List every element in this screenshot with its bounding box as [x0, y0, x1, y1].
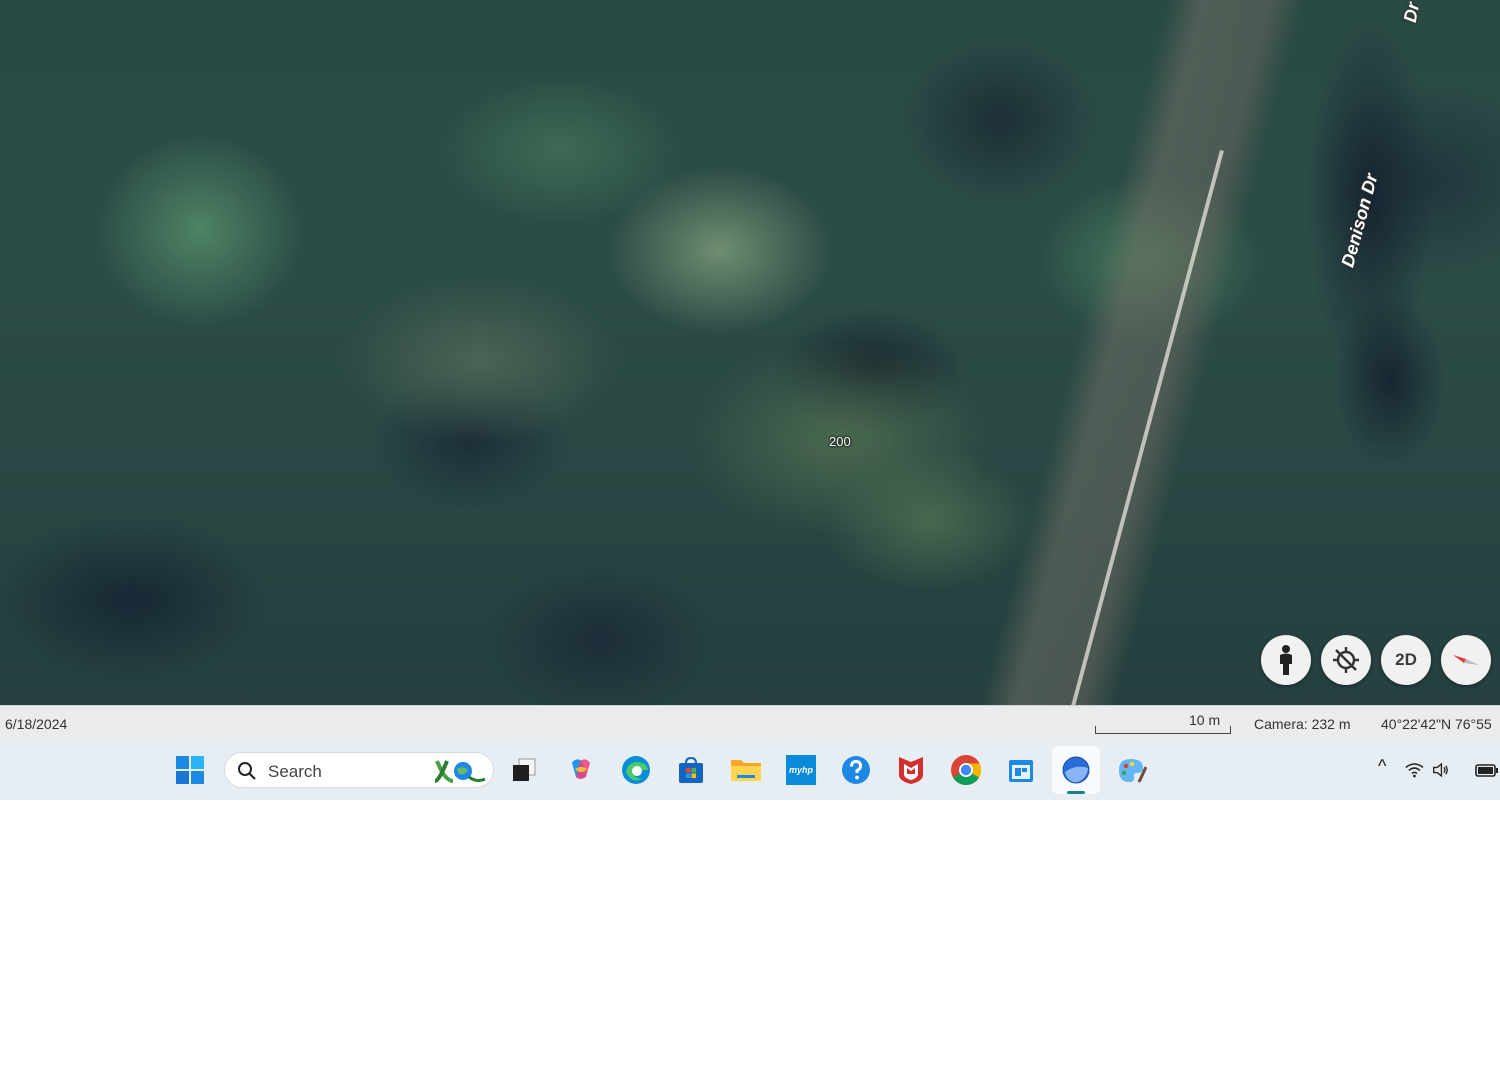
location-off-icon	[1333, 647, 1359, 673]
battery-button[interactable]	[1474, 746, 1500, 794]
start-icon	[176, 756, 204, 784]
show-hidden-icons-button[interactable]: ^	[1378, 756, 1386, 777]
scale-bar	[1095, 726, 1231, 734]
remote-app-icon	[1009, 760, 1033, 782]
compass-button[interactable]	[1441, 635, 1491, 685]
help-icon	[842, 756, 870, 784]
myhp-button[interactable]: myhp	[777, 746, 825, 794]
street-label-top: Dr	[1399, 0, 1424, 25]
paint-button[interactable]	[1107, 746, 1155, 794]
windows-taskbar: Search myhp ^	[0, 742, 1500, 800]
file-explorer-icon	[731, 760, 761, 781]
status-bar: 6/18/2024 10 m Camera: 232 m 40°22'42"N …	[0, 705, 1500, 743]
compass-icon	[1453, 655, 1479, 665]
person-icon	[1280, 645, 1292, 675]
mcafee-button[interactable]	[887, 746, 935, 794]
satellite-map[interactable]: Denison Dr Dr 200 2D	[0, 0, 1500, 705]
coordinates-readout: 40°22'42"N 76°55	[1381, 716, 1492, 732]
chrome-button[interactable]	[942, 746, 990, 794]
mcafee-icon	[899, 757, 923, 784]
help-button[interactable]	[832, 746, 880, 794]
volume-icon	[1432, 762, 1448, 778]
myhp-icon: myhp	[786, 755, 816, 785]
view-mode-2d-button[interactable]: 2D	[1381, 635, 1431, 685]
taskbar-search[interactable]: Search	[224, 752, 494, 788]
chrome-icon	[951, 755, 981, 786]
copilot-button[interactable]	[557, 746, 605, 794]
blank-area	[0, 800, 1500, 1080]
store-icon	[679, 756, 703, 783]
edge-button[interactable]	[612, 746, 660, 794]
battery-icon	[1475, 764, 1498, 777]
start-button[interactable]	[166, 746, 214, 794]
file-explorer-button[interactable]	[722, 746, 770, 794]
address-number-label: 200	[829, 434, 851, 449]
street-view-button[interactable]	[1261, 635, 1311, 685]
edge-icon	[622, 756, 650, 784]
active-app-indicator	[1067, 791, 1085, 794]
wifi-icon	[1405, 763, 1424, 778]
google-earth-icon	[1062, 756, 1090, 784]
road	[972, 0, 1306, 705]
paint-icon	[1119, 759, 1147, 783]
search-placeholder: Search	[268, 762, 322, 781]
search-icon	[238, 762, 256, 780]
imagery-date: 6/18/2024	[5, 716, 68, 732]
my-location-button[interactable]	[1321, 635, 1371, 685]
network-volume-button[interactable]	[1405, 746, 1449, 794]
camera-altitude: Camera: 232 m	[1254, 716, 1351, 732]
remote-app-button[interactable]	[997, 746, 1045, 794]
store-button[interactable]	[667, 746, 715, 794]
copilot-icon	[572, 759, 590, 779]
tree-shadow	[1300, 0, 1500, 705]
task-view-icon	[513, 758, 536, 781]
search-highlight-icon	[434, 760, 486, 783]
myhp-label: myhp	[788, 765, 813, 775]
google-earth-button[interactable]	[1052, 746, 1100, 794]
task-view-button[interactable]	[500, 746, 548, 794]
